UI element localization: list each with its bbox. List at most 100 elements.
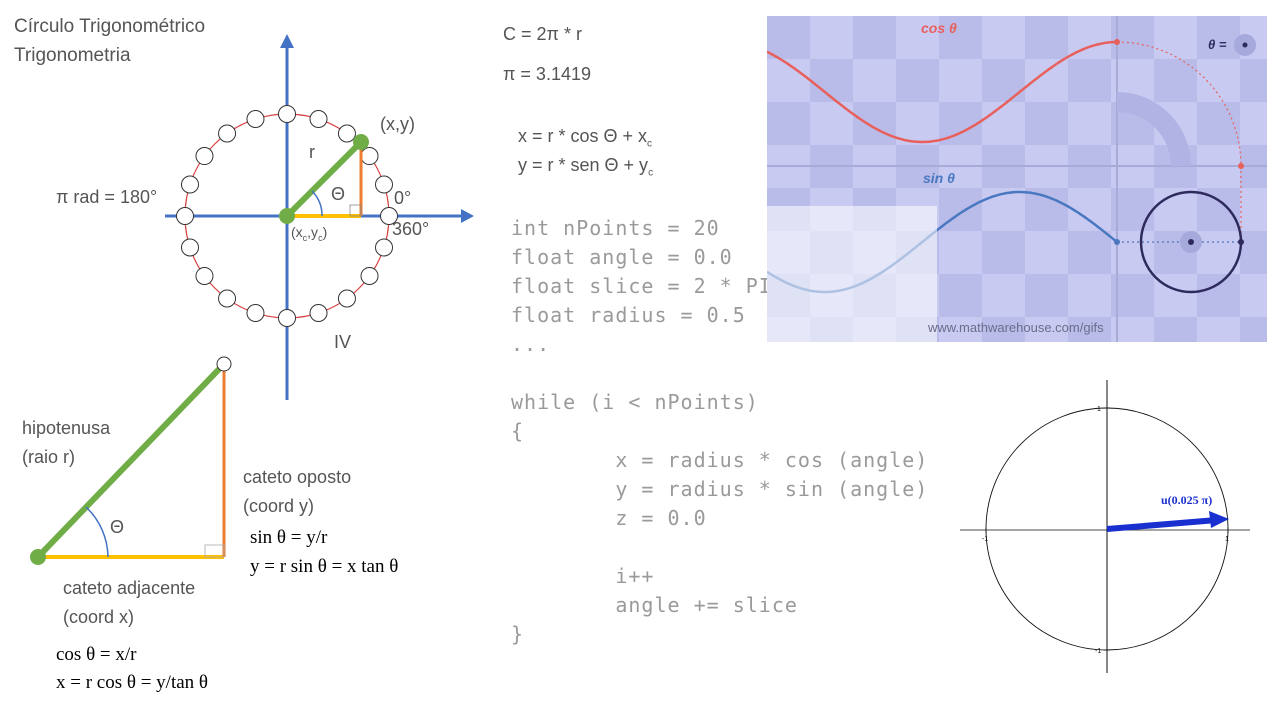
- adjacent-label: cateto adjacente: [63, 578, 196, 598]
- checker-cell: [853, 102, 896, 145]
- pi-rad-label: π rad = 180°: [56, 187, 158, 207]
- code-line: y = radius * sin (angle): [511, 477, 929, 501]
- checker-cell: [810, 59, 853, 102]
- circle-point: [176, 207, 194, 225]
- vector-plot: -1 1 1 -1 u(0.025 π): [960, 380, 1250, 673]
- circle-point: [180, 238, 199, 257]
- panel-overlay: [767, 206, 937, 342]
- x-axis-arrow: [461, 209, 474, 223]
- sine-formula: sin θ = y/r: [250, 527, 328, 548]
- rim-point: [1238, 239, 1244, 245]
- circle-point: [180, 175, 199, 194]
- panel-credit: www.mathwarehouse.com/gifs: [928, 320, 1104, 335]
- sin-theta-label: sin θ: [923, 170, 955, 186]
- vector-u-label: u(0.025 π): [1161, 493, 1212, 507]
- checker-cell: [939, 274, 982, 317]
- checker-cell: [1154, 59, 1197, 102]
- triangle-theta-label: Θ: [110, 517, 125, 537]
- circle-point: [195, 147, 214, 166]
- checker-cell: [896, 59, 939, 102]
- checker-cell: [1025, 188, 1068, 231]
- circle-point: [278, 105, 296, 123]
- circle-point: [218, 124, 237, 143]
- cosine-formula: cos θ = x/r: [56, 644, 137, 665]
- checker-cell: [982, 59, 1025, 102]
- checker-cell: [853, 16, 896, 59]
- checker-cell: [1240, 59, 1267, 102]
- theta-arc: [311, 190, 323, 217]
- checker-cell: [1197, 274, 1240, 317]
- cos-end-marker: [1238, 163, 1244, 169]
- radius-label: r: [309, 142, 315, 162]
- theta-label: Θ: [331, 184, 346, 204]
- checker-cell: [767, 16, 810, 59]
- hypotenuse-sublabel: (raio r): [22, 447, 75, 467]
- circle-point: [309, 109, 328, 128]
- xy-label: (x,y): [380, 114, 415, 134]
- circle-point: [337, 124, 356, 143]
- circle-point: [195, 266, 214, 285]
- checker-cell: [1240, 317, 1267, 342]
- sin-marker: [1114, 239, 1120, 245]
- pi-value: π = 3.1419: [503, 64, 591, 84]
- hypotenuse-label: hipotenusa: [22, 418, 111, 438]
- circle-point: [375, 238, 394, 257]
- code-line: while (i < nPoints): [511, 390, 759, 414]
- adjacent-sublabel: (coord x): [63, 607, 135, 627]
- checker-cell: [982, 231, 1025, 274]
- circle-point: [309, 304, 328, 323]
- code-line: angle += slice: [511, 593, 798, 617]
- circle-point: [246, 304, 265, 323]
- center-point: [279, 208, 295, 224]
- checker-cell: [1240, 231, 1267, 274]
- center-label: (xc,yc): [291, 224, 328, 243]
- xy-point: [353, 134, 369, 150]
- code-line: i++: [511, 564, 655, 588]
- circle-point: [337, 289, 356, 308]
- checker-cell: [1025, 274, 1068, 317]
- sine-formula-expanded: y = r sin θ = x tan θ: [250, 556, 399, 577]
- circumference-formula: C = 2π * r: [503, 24, 582, 44]
- theta-indicator-dot: [1242, 42, 1248, 48]
- cos-marker: [1114, 39, 1120, 45]
- tick-label-x-pos: 1: [1225, 536, 1229, 543]
- x-equation: x = r * cos Θ + xc: [518, 126, 653, 150]
- theta-readout-label: θ =: [1208, 37, 1227, 52]
- full-turn-label: 360°: [392, 219, 430, 239]
- zero-degree-label: 0°: [394, 188, 412, 208]
- checker-cell: [1068, 231, 1111, 274]
- opposite-label: cateto oposto: [243, 467, 352, 487]
- code-line: }: [511, 622, 525, 646]
- circle-point: [218, 289, 237, 308]
- y-equation: y = r * sen Θ + yc: [518, 155, 654, 179]
- code-line: z = 0.0: [511, 506, 707, 530]
- cos-theta-label: cos θ: [921, 20, 957, 36]
- y-axis-arrow: [280, 34, 294, 48]
- tick-label-x-neg: -1: [982, 536, 988, 543]
- circle-point: [278, 309, 296, 327]
- checker-cell: [1025, 16, 1068, 59]
- triangle-theta-arc: [85, 506, 109, 558]
- tick-label-y-neg: -1: [1095, 648, 1101, 655]
- vertex-top: [216, 356, 232, 372]
- tick-label-y-pos: 1: [1097, 406, 1101, 413]
- circle-point: [360, 147, 379, 166]
- vector-u-arrowhead: [1209, 511, 1229, 528]
- quadrant-label: IV: [334, 332, 352, 352]
- circle-point: [375, 175, 394, 194]
- checker-cell: [1068, 59, 1111, 102]
- vector-u: [1106, 517, 1218, 532]
- cosine-formula-expanded: x = r cos θ = y/tan θ: [56, 672, 209, 693]
- checker-cell: [767, 102, 810, 145]
- circle-point: [360, 266, 379, 285]
- vertex-origin: [30, 549, 46, 565]
- circle-point: [246, 109, 265, 128]
- checker-cell: [1025, 102, 1068, 145]
- code-line: x = radius * cos (angle): [511, 448, 929, 472]
- code-line: {: [511, 419, 525, 443]
- theta-hub-dot: [1188, 239, 1194, 245]
- checker-cell: [1154, 317, 1197, 342]
- opposite-sublabel: (coord y): [243, 496, 315, 516]
